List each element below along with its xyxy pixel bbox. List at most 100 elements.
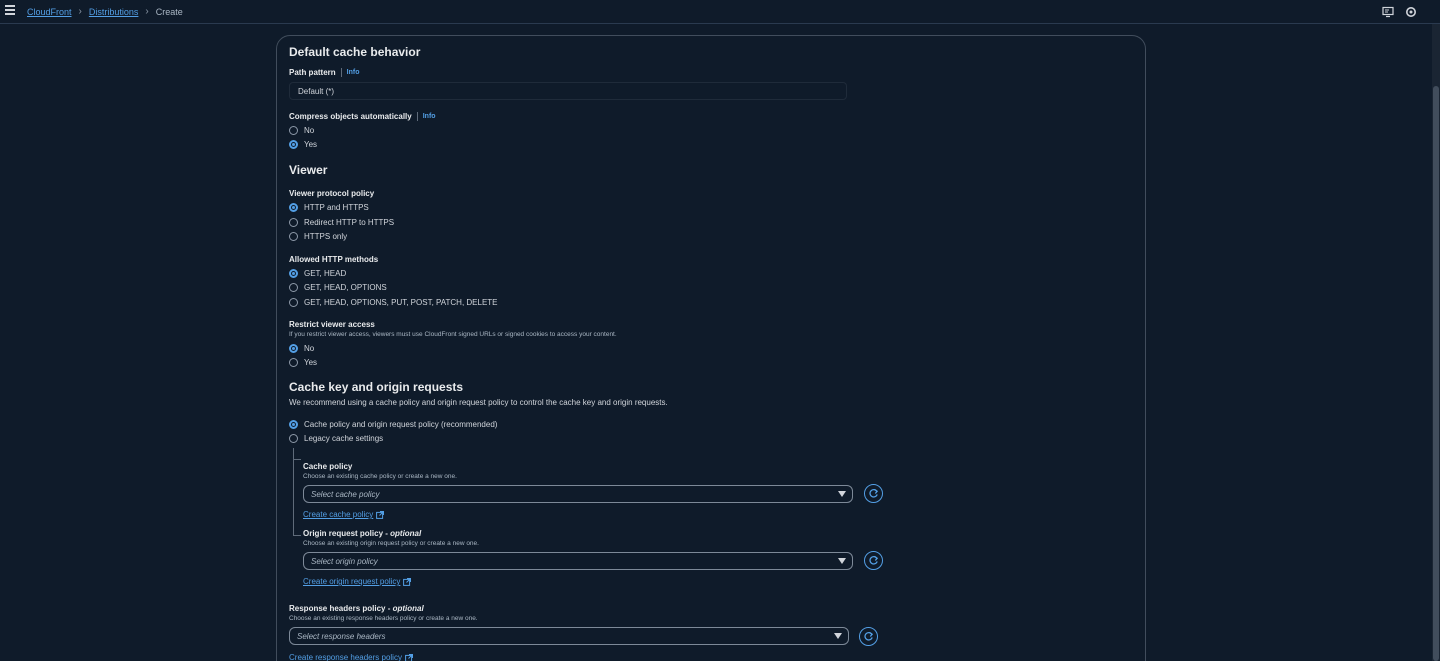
refresh-origin-policy-button[interactable]	[864, 551, 883, 570]
cache-radio-legacy[interactable]: Legacy cache settings	[289, 434, 383, 443]
radio-label: GET, HEAD	[304, 269, 347, 278]
create-cache-policy-link[interactable]: Create cache policy	[303, 506, 385, 520]
notifications-icon[interactable]	[1382, 6, 1394, 18]
compress-info-link[interactable]: Info	[423, 113, 436, 120]
radio-label: Redirect HTTP to HTTPS	[304, 218, 395, 227]
radio-label: HTTP and HTTPS	[304, 203, 369, 212]
refresh-cache-policy-button[interactable]	[864, 484, 883, 503]
section-title: Default cache behavior	[289, 45, 421, 59]
radio-button[interactable]	[289, 298, 298, 307]
settings-icon[interactable]	[1405, 6, 1417, 18]
path-pattern-field: Default (*)	[289, 82, 847, 100]
restrict-radio-yes[interactable]: Yes	[289, 358, 317, 367]
response-headers-description: Choose an existing response headers poli…	[289, 615, 478, 622]
breadcrumb-current: Create	[155, 6, 183, 17]
radio-button[interactable]	[289, 126, 298, 135]
protocol-radio-https-only[interactable]: HTTPS only	[289, 232, 347, 241]
response-headers-select[interactable]: Select response headers	[289, 627, 849, 645]
select-placeholder: Select origin policy	[311, 556, 378, 566]
breadcrumb: CloudFront › Distributions › Create	[27, 6, 183, 17]
radio-label: Cache policy and origin request policy (…	[304, 420, 498, 429]
refresh-icon	[869, 555, 879, 565]
compress-header: Compress objects automatically Info	[289, 112, 436, 121]
restrict-viewer-label: Restrict viewer access	[289, 320, 375, 329]
tree-line	[293, 459, 301, 460]
create-origin-policy-link[interactable]: Create origin request policy	[303, 573, 412, 587]
cache-key-title: Cache key and origin requests	[289, 380, 464, 394]
cache-key-description: We recommend using a cache policy and or…	[289, 398, 668, 407]
restrict-viewer-description: If you restrict viewer access, viewers m…	[289, 331, 617, 338]
response-headers-label: Response headers policy - optional	[289, 604, 424, 613]
select-placeholder: Select cache policy	[311, 489, 380, 499]
external-link-icon	[405, 653, 413, 661]
path-pattern-header: Path pattern Info	[289, 68, 360, 77]
chevron-right-icon: ›	[78, 6, 82, 17]
methods-radio-get-head[interactable]: GET, HEAD	[289, 269, 346, 278]
refresh-icon	[864, 631, 874, 641]
external-link-icon	[376, 510, 385, 519]
tree-line	[293, 448, 294, 535]
radio-label: HTTPS only	[304, 232, 348, 241]
radio-button[interactable]	[289, 203, 298, 212]
compress-radio-yes[interactable]: Yes	[289, 140, 317, 149]
allowed-methods-label: Allowed HTTP methods	[289, 255, 379, 264]
viewer-title: Viewer	[289, 163, 328, 177]
radio-button[interactable]	[289, 344, 298, 353]
cache-policy-label: Cache policy	[303, 462, 353, 471]
protocol-radio-redirect[interactable]: Redirect HTTP to HTTPS	[289, 218, 394, 227]
radio-button[interactable]	[289, 140, 298, 149]
radio-label: Yes	[304, 140, 318, 149]
radio-button[interactable]	[289, 232, 298, 241]
breadcrumb-cloudfront[interactable]: CloudFront	[27, 7, 72, 17]
origin-policy-select[interactable]: Select origin policy	[303, 552, 853, 570]
radio-label: No	[304, 126, 315, 135]
compress-radio-no[interactable]: No	[289, 126, 314, 135]
restrict-radio-no[interactable]: No	[289, 344, 314, 353]
origin-policy-label: Origin request policy - optional	[303, 529, 421, 538]
compress-label: Compress objects automatically	[289, 112, 412, 121]
external-link-icon	[403, 577, 412, 586]
radio-button[interactable]	[289, 358, 298, 367]
divider	[416, 112, 418, 121]
radio-button[interactable]	[289, 269, 298, 278]
protocol-radio-http-https[interactable]: HTTP and HTTPS	[289, 203, 369, 212]
caret-down-icon	[838, 558, 846, 564]
link-text[interactable]: Create cache policy	[303, 510, 373, 519]
viewer-protocol-label: Viewer protocol policy	[289, 189, 375, 198]
cache-radio-policy[interactable]: Cache policy and origin request policy (…	[289, 420, 497, 429]
radio-button[interactable]	[289, 434, 298, 443]
cache-policy-description: Choose an existing cache policy or creat…	[303, 473, 457, 480]
tree-line	[293, 535, 301, 536]
methods-radio-all[interactable]: GET, HEAD, OPTIONS, PUT, POST, PATCH, DE…	[289, 298, 498, 307]
radio-button[interactable]	[289, 218, 298, 227]
label-text: Origin request policy -	[303, 529, 391, 538]
hamburger-icon[interactable]	[5, 5, 15, 15]
radio-label: GET, HEAD, OPTIONS, PUT, POST, PATCH, DE…	[304, 298, 498, 307]
refresh-response-headers-button[interactable]	[859, 627, 878, 646]
optional-text: optional	[392, 604, 424, 613]
default-cache-behavior-panel: Default cache behavior Path pattern Info…	[276, 35, 1146, 661]
scrollbar[interactable]	[1432, 24, 1440, 661]
create-response-headers-link[interactable]: Create response headers policy	[289, 649, 413, 661]
link-text[interactable]: Create response headers policy	[289, 653, 402, 661]
breadcrumb-distributions[interactable]: Distributions	[89, 7, 139, 17]
select-placeholder: Select response headers	[297, 631, 386, 641]
radio-label: Legacy cache settings	[304, 434, 384, 443]
link-text[interactable]: Create origin request policy	[303, 577, 400, 586]
radio-button[interactable]	[289, 283, 298, 292]
methods-radio-get-head-options[interactable]: GET, HEAD, OPTIONS	[289, 283, 387, 292]
radio-label: GET, HEAD, OPTIONS	[304, 283, 387, 292]
divider	[340, 68, 342, 77]
origin-policy-description: Choose an existing origin request policy…	[303, 540, 479, 547]
refresh-icon	[869, 488, 879, 498]
radio-label: Yes	[304, 358, 318, 367]
chevron-right-icon: ›	[145, 6, 149, 17]
label-text: Response headers policy -	[289, 604, 393, 613]
optional-text: optional	[390, 529, 422, 538]
path-pattern-info-link[interactable]: Info	[347, 69, 360, 76]
cache-policy-select[interactable]: Select cache policy	[303, 485, 853, 503]
scrollbar-thumb[interactable]	[1433, 86, 1439, 661]
caret-down-icon	[834, 633, 842, 639]
caret-down-icon	[838, 491, 846, 497]
radio-button[interactable]	[289, 420, 298, 429]
